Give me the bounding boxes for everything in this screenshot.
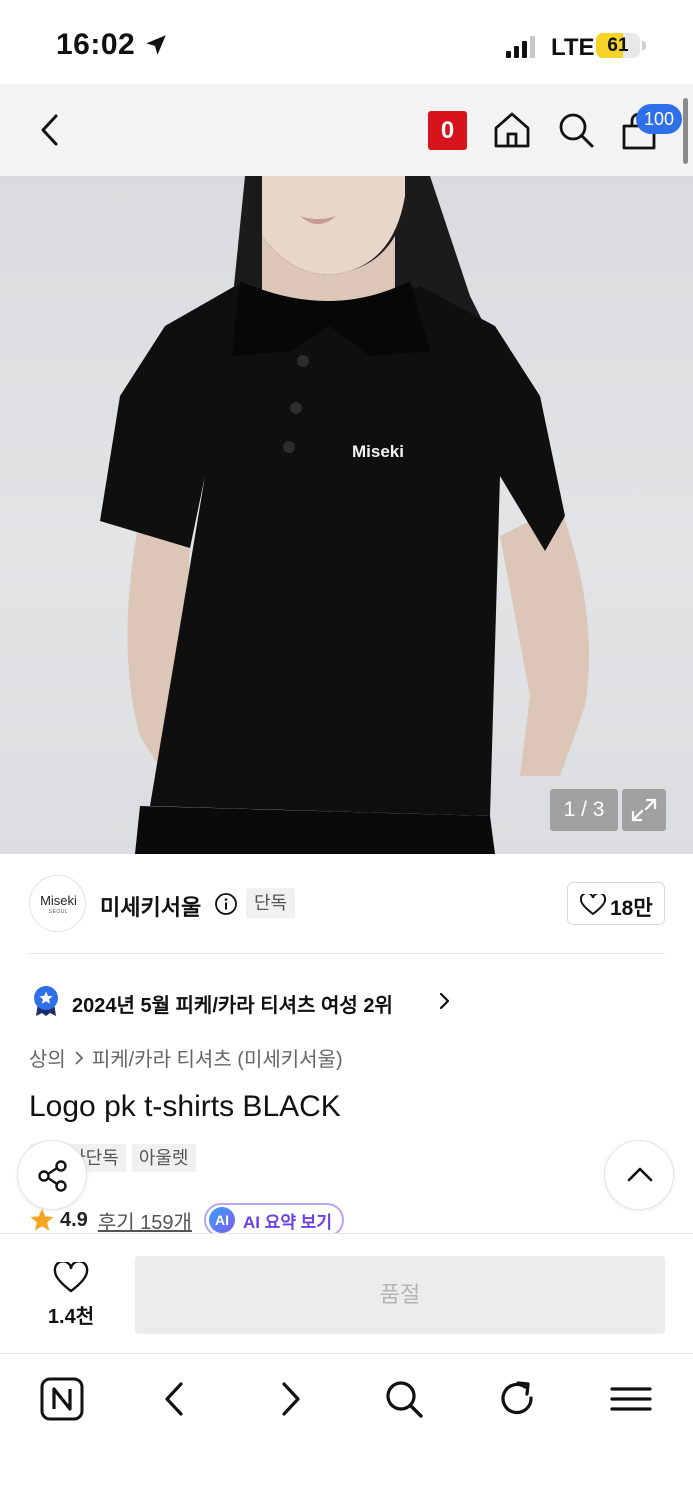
location-arrow-icon (146, 35, 166, 55)
exclusive-tag: 단독 (246, 888, 296, 918)
brand-logo[interactable]: Miseki SEOUL (29, 875, 86, 932)
naver-home-icon[interactable] (39, 1376, 85, 1422)
ai-summary-button[interactable]: AI AI 요약 보기 (203, 1203, 344, 1237)
breadcrumb-chevron-icon (75, 1050, 84, 1065)
info-icon[interactable] (214, 892, 238, 916)
brand-logo-subtext: SEOUL (48, 909, 69, 915)
status-time: 16:02 (56, 28, 136, 61)
browser-search-icon[interactable] (381, 1376, 427, 1422)
image-logo-embroidery: Miseki (352, 442, 404, 461)
menu-icon[interactable] (608, 1376, 654, 1422)
tag-outlet: 아울렛 (131, 1144, 196, 1172)
share-button[interactable] (17, 1140, 87, 1210)
chevron-up-icon (627, 1167, 653, 1182)
ai-badge-icon: AI (208, 1207, 235, 1233)
cellular-signal-icon (506, 36, 535, 58)
ai-summary-label: AI 요약 보기 (242, 1212, 332, 1232)
share-icon (38, 1160, 67, 1192)
battery-indicator: 61 (596, 33, 646, 58)
ranking-link[interactable]: 2024년 5월 피케/카라 티셔츠 여성 2위 (72, 989, 393, 1018)
ranking-medal-icon (34, 986, 58, 1016)
product-image-gallery[interactable]: Miseki 1 / 3 (0, 176, 693, 854)
rating-row: 4.9 후기 159개 AI AI 요약 보기 (29, 1203, 344, 1237)
battery-percent: 61 (607, 35, 629, 56)
cart-count-badge: 100 (636, 104, 682, 134)
product-title: Logo pk t-shirts BLACK (29, 1090, 341, 1123)
expand-image-button[interactable] (622, 789, 666, 831)
status-bar: 16:02 LTE 61 (0, 0, 693, 84)
top-navigation-bar: 0 100 (0, 84, 693, 176)
brand-name[interactable]: 미세키서울 (100, 890, 201, 922)
star-icon (30, 1208, 54, 1231)
brand-like-button[interactable]: 18만 (567, 882, 665, 925)
breadcrumb-item-category[interactable]: 피케/카라 티셔츠 (미세키서울) (92, 1043, 343, 1072)
chevron-right-icon (439, 992, 450, 1010)
purchase-bar: 1.4천 품절 (0, 1233, 693, 1353)
notification-badge-button[interactable]: 0 (428, 111, 467, 150)
breadcrumb: 상의 피케/카라 티셔츠 (미세키서울) (29, 1043, 343, 1072)
brand-logo-text: Miseki (40, 893, 77, 908)
brand-like-count: 18만 (610, 897, 653, 920)
scroll-to-top-button[interactable] (604, 1140, 674, 1210)
search-icon[interactable] (554, 108, 598, 152)
browser-back-icon[interactable] (152, 1376, 198, 1422)
sold-out-button[interactable]: 품절 (135, 1256, 665, 1334)
browser-toolbar (0, 1353, 693, 1500)
browser-forward-icon[interactable] (267, 1376, 313, 1422)
refresh-icon[interactable] (494, 1376, 540, 1422)
rating-value: 4.9 (60, 1208, 88, 1231)
back-icon[interactable] (28, 106, 72, 154)
heart-icon (580, 894, 606, 916)
expand-icon (631, 798, 657, 822)
network-type: LTE (551, 34, 595, 61)
wishlist-count: 1.4천 (47, 1306, 95, 1328)
wishlist-heart-icon[interactable] (53, 1262, 89, 1294)
product-photo (100, 176, 590, 854)
breadcrumb-item-top[interactable]: 상의 (29, 1043, 66, 1072)
section-divider (29, 953, 665, 954)
scrollbar-thumb[interactable] (683, 98, 688, 164)
image-counter: 1 / 3 (550, 789, 618, 831)
home-icon[interactable] (490, 108, 534, 152)
review-count-link[interactable]: 후기 159개 (98, 1206, 192, 1235)
